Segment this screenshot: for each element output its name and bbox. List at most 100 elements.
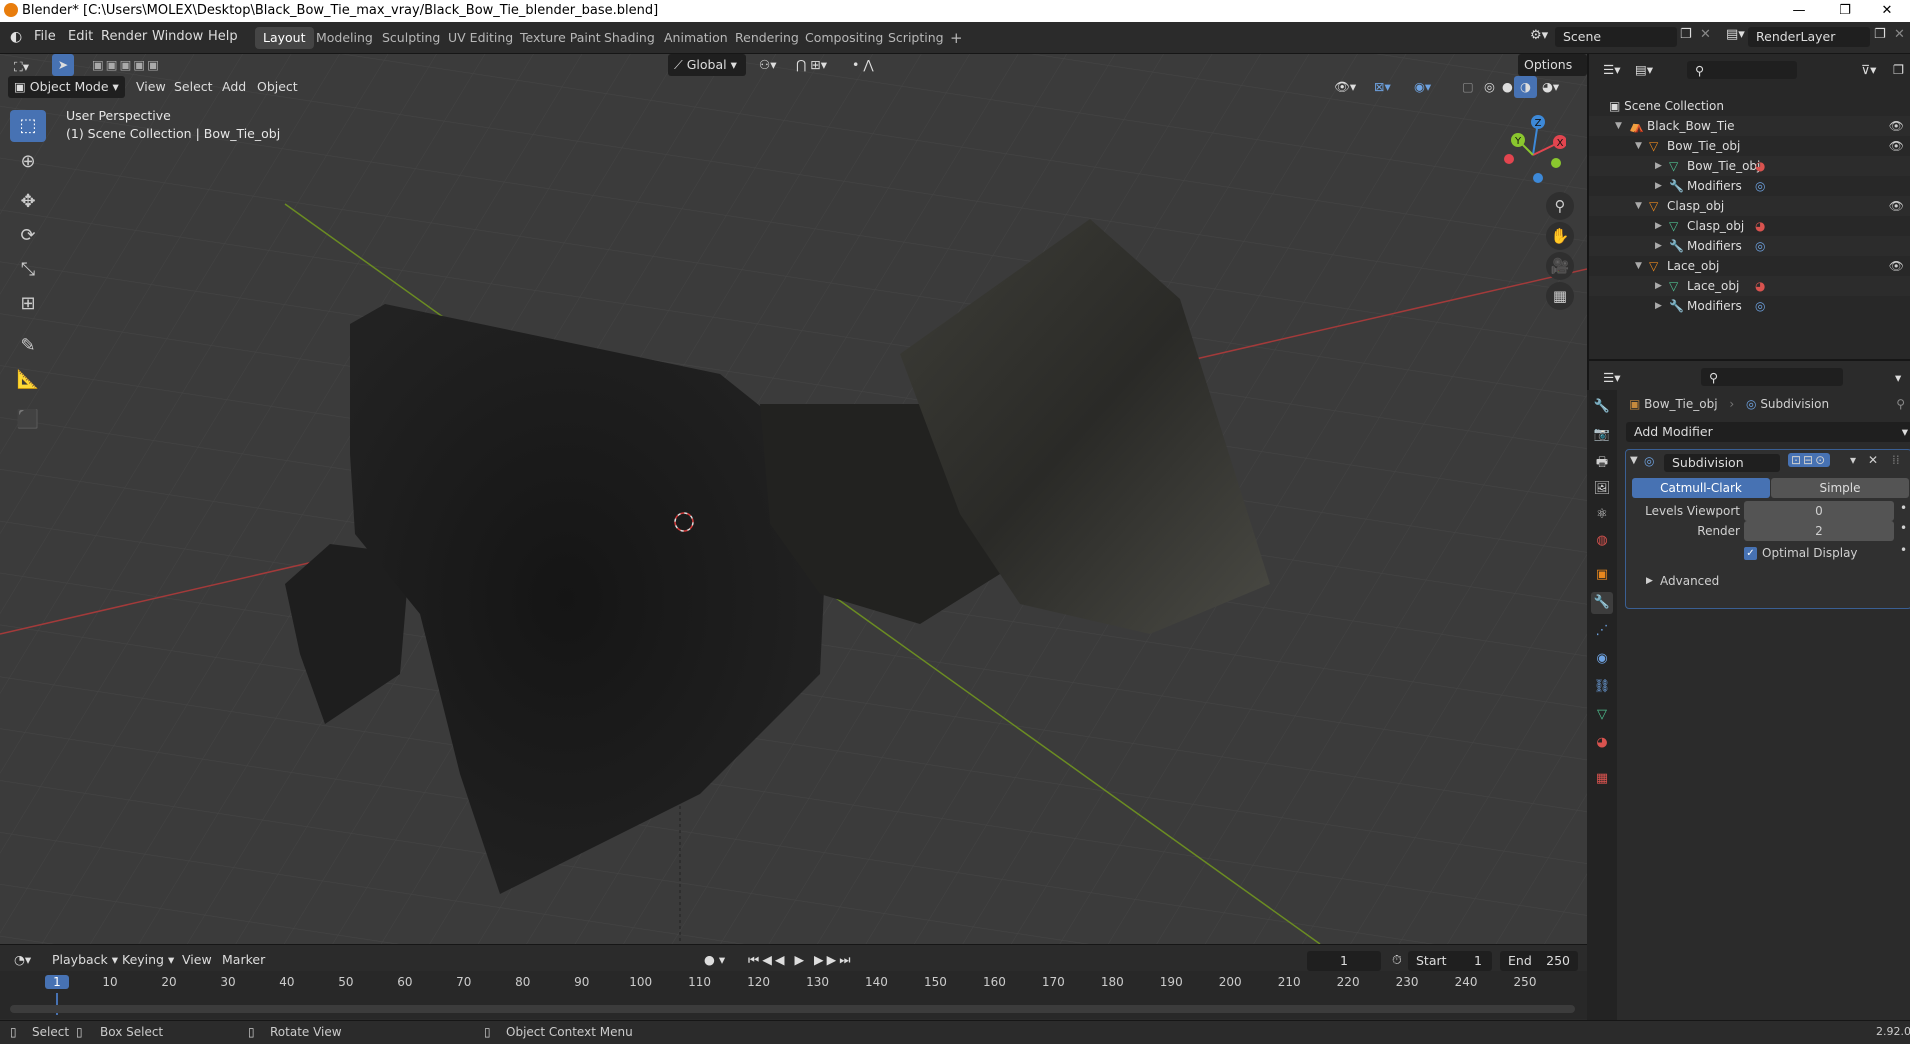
outliner-row[interactable]: ▶ 🔧 Modifiers ◎ <box>1589 296 1910 316</box>
outliner-row[interactable]: ▶ ▽ Bow_Tie_obj ◕ <box>1589 156 1910 176</box>
properties-editor-type-icon[interactable]: ☰▾ <box>1597 367 1626 389</box>
modifier-tab-icon[interactable]: 🔧 <box>1591 592 1613 614</box>
render-levels-field[interactable]: 2 <box>1744 521 1894 541</box>
particles-tab-icon[interactable]: ⋰ <box>1591 620 1613 642</box>
advanced-expand-icon[interactable]: ▶ <box>1646 576 1653 586</box>
tab-texture-paint[interactable]: Texture Paint <box>512 27 609 49</box>
catmull-clark-button[interactable]: Catmull-Clark <box>1632 478 1770 498</box>
add-cube-tool[interactable]: ⬛ <box>10 404 46 436</box>
tab-animation[interactable]: Animation <box>656 27 736 49</box>
subdivision-badge-icon[interactable]: ◎ <box>1755 176 1765 196</box>
menu-edit[interactable]: Edit <box>68 29 93 44</box>
outliner-editor-type-icon[interactable]: ☰▾ <box>1597 59 1626 81</box>
menu-render[interactable]: Render <box>101 29 147 44</box>
playback-menu[interactable]: Playback ▾ <box>46 949 124 971</box>
subdivision-badge-icon[interactable]: ◎ <box>1755 296 1765 316</box>
modifier-menu-icon[interactable]: ▾ <box>1850 453 1856 467</box>
tab-scripting[interactable]: Scripting <box>880 27 952 49</box>
drag-handle-icon[interactable]: ⁞⁞ <box>1892 453 1900 467</box>
select-menu[interactable]: Select <box>168 76 219 98</box>
marker-menu[interactable]: Marker <box>216 949 271 971</box>
object-menu[interactable]: Object <box>251 76 304 98</box>
outliner-row[interactable]: ▼ ▽ Clasp_obj 👁 <box>1589 196 1910 216</box>
add-modifier-dropdown[interactable]: Add Modifier ▾ <box>1626 422 1910 442</box>
view-layer-tab-icon[interactable]: 🖼 <box>1591 478 1613 500</box>
data-tab-icon[interactable]: ▽ <box>1591 704 1613 726</box>
playback-controls[interactable]: ⏮◀◀ ▶ ▶▶⏭ <box>742 949 860 971</box>
advanced-subpanel-label[interactable]: Advanced <box>1660 574 1719 588</box>
visibility-icon[interactable]: 👁▾ <box>1328 76 1362 98</box>
keying-menu[interactable]: Keying ▾ <box>116 949 180 971</box>
optimal-display-keyframe-icon[interactable]: • <box>1900 543 1907 557</box>
camera-view-icon[interactable]: 🎥 <box>1546 252 1574 280</box>
menu-help[interactable]: Help <box>208 29 238 44</box>
outliner-filter-icon[interactable]: ⊽▾ <box>1855 59 1882 81</box>
simple-button[interactable]: Simple <box>1771 478 1909 498</box>
render-layer-browse-icon[interactable]: ▤▾ <box>1726 27 1745 42</box>
properties-options-icon[interactable]: ▾ <box>1889 367 1907 389</box>
zoom-icon[interactable]: ⚲ <box>1546 192 1574 220</box>
select-tool-icon[interactable]: ➤ <box>52 54 74 76</box>
tab-uv-editing[interactable]: UV Editing <box>440 27 521 49</box>
delete-modifier-icon[interactable]: ✕ <box>1868 453 1878 467</box>
outliner-row[interactable]: ▼ ▽ Lace_obj 👁 <box>1589 256 1910 276</box>
snap-icon[interactable]: ⋂ ⊞▾ <box>790 54 833 76</box>
collapse-panel-icon[interactable]: ▼ <box>1630 455 1638 466</box>
outliner-scene-collection[interactable]: ▣ Scene Collection <box>1589 96 1910 116</box>
tab-shading[interactable]: Shading <box>596 27 663 49</box>
material-shading-icon[interactable]: ◑ <box>1514 76 1537 98</box>
object-tab-icon[interactable]: ▣ <box>1591 564 1613 586</box>
material-badge-icon[interactable]: ◕ <box>1755 276 1765 296</box>
add-menu[interactable]: Add <box>216 76 252 98</box>
disclosure-triangle-icon[interactable]: ▼ <box>1615 116 1622 136</box>
timeline-scrollbar[interactable] <box>10 1005 1575 1013</box>
scale-tool[interactable]: ⤡ <box>10 254 46 286</box>
scene-name-field[interactable]: Scene <box>1555 27 1677 47</box>
transform-tool[interactable]: ⊞ <box>10 288 46 320</box>
annotate-tool[interactable]: ✎ <box>10 330 46 362</box>
proportional-edit-icon[interactable]: • ⋀ <box>846 54 880 76</box>
render-layer-field[interactable]: RenderLayer <box>1748 27 1870 47</box>
move-tool[interactable]: ✥ <box>10 186 46 218</box>
xray-toggle-icon[interactable]: ▢ <box>1456 76 1480 98</box>
blender-menu-icon[interactable]: ◐ <box>10 29 22 45</box>
outliner-search-input[interactable]: ⚲ <box>1687 61 1797 79</box>
optimal-display-checkbox[interactable]: ✓ <box>1744 547 1757 560</box>
menu-window[interactable]: Window <box>152 29 203 44</box>
modifier-visibility-toggles[interactable]: ⊡⊟⊙ <box>1788 453 1831 467</box>
outliner-row[interactable]: ▶ 🔧 Modifiers ◎ <box>1589 176 1910 196</box>
disclosure-triangle-icon[interactable]: ▶ <box>1655 276 1662 296</box>
playhead-frame-label[interactable]: 1 <box>45 975 69 989</box>
outliner-row[interactable]: ▼ ⛺ Black_Bow_Tie 👁 <box>1589 116 1910 136</box>
subdivision-badge-icon[interactable]: ◎ <box>1755 236 1765 256</box>
rotate-tool[interactable]: ⟳ <box>10 220 46 252</box>
current-frame-field[interactable]: 1 <box>1307 951 1381 971</box>
disclosure-triangle-icon[interactable]: ▶ <box>1655 216 1662 236</box>
outliner-row[interactable]: ▼ ▽ Bow_Tie_obj 👁 <box>1589 136 1910 156</box>
record-button[interactable]: ● ▾ <box>698 949 731 971</box>
outliner-display-mode-icon[interactable]: ▤▾ <box>1629 59 1659 81</box>
select-box-tool[interactable]: ⬚ <box>10 110 46 142</box>
measure-tool[interactable]: 📐 <box>10 364 46 396</box>
tool-tab-icon[interactable]: 🔧 <box>1591 396 1613 418</box>
pivot-point-icon[interactable]: ⚇▾ <box>753 54 782 76</box>
axis-gizmo[interactable]: Z X Y <box>1496 110 1566 190</box>
disclosure-triangle-icon[interactable]: ▶ <box>1655 296 1662 316</box>
levels-viewport-field[interactable]: 0 <box>1744 501 1894 521</box>
material-tab-icon[interactable]: ◕ <box>1591 732 1613 754</box>
end-frame-field[interactable]: End 250 <box>1500 951 1578 971</box>
material-badge-icon[interactable]: ◕ <box>1755 216 1765 236</box>
rendered-shading-icon[interactable]: ◕▾ <box>1536 76 1565 98</box>
transform-orientation-dropdown[interactable]: ⟋ Global ▾ <box>668 54 746 76</box>
close-window-button[interactable]: ✕ <box>1864 0 1910 22</box>
disclosure-triangle-icon[interactable]: ▶ <box>1655 236 1662 256</box>
render-layer-copy-icon[interactable]: ❐ <box>1874 27 1886 42</box>
pan-hand-icon[interactable]: ✋ <box>1546 222 1574 250</box>
disclosure-triangle-icon[interactable]: ▼ <box>1635 256 1642 276</box>
texture-tab-icon[interactable]: ▦ <box>1591 768 1613 790</box>
timeline-editor-type-icon[interactable]: ◔▾ <box>8 949 37 971</box>
editor-type-icon[interactable]: ⛶▾ <box>8 56 35 78</box>
tab-rendering[interactable]: Rendering <box>727 27 807 49</box>
timeline-track[interactable]: 1 10 20 30 40 50 60 70 80 90 100 110 120 130 140 150 160… <box>0 971 1587 1019</box>
disclosure-triangle-icon[interactable]: ▼ <box>1635 136 1642 156</box>
